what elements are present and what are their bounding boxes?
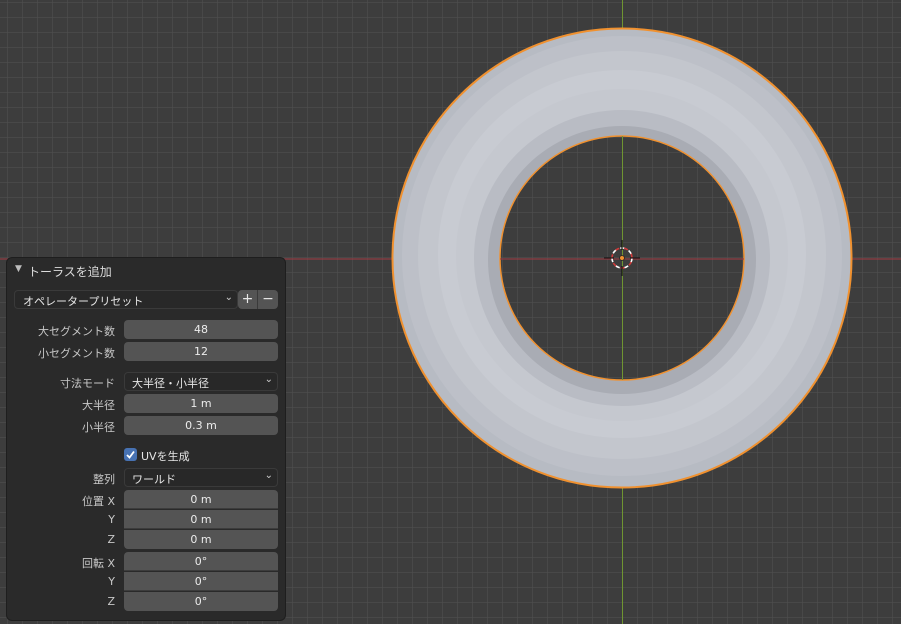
adjust-last-operation-panel: ▼ トーラスを追加 オペレータープリセット ⌄ + − 大セグメント数 48 小… (7, 258, 285, 620)
location-y-label: Y (108, 513, 115, 526)
location-x-label: 位置 X (81, 495, 115, 508)
panel-title: トーラスを追加 (28, 265, 112, 279)
chevron-down-icon: ⌄ (264, 374, 273, 385)
rotation-z-field[interactable]: 0° (124, 592, 278, 611)
chevron-down-icon: ⌄ (264, 470, 273, 481)
chevron-down-icon: ⌄ (224, 292, 233, 303)
rotation-x-field[interactable]: 0° (124, 552, 278, 571)
major-radius-field[interactable]: 1 m (124, 394, 278, 413)
triangle-down-icon[interactable]: ▼ (15, 264, 22, 274)
location-z-field[interactable]: 0 m (124, 530, 278, 549)
location-z-label: Z (107, 533, 115, 546)
location-x-field[interactable]: 0 m (124, 490, 278, 509)
operator-preset-label: オペレータープリセット (23, 295, 144, 308)
align-value: ワールド (132, 473, 176, 486)
align-label: 整列 (93, 473, 115, 486)
rotation-z-label: Z (107, 595, 115, 608)
dimensions-mode-dropdown[interactable]: 大半径・小半径 ⌄ (124, 372, 278, 391)
location-y-field[interactable]: 0 m (124, 510, 278, 529)
align-dropdown[interactable]: ワールド ⌄ (124, 468, 278, 487)
minor-radius-field[interactable]: 0.3 m (124, 416, 278, 435)
major-radius-label: 大半径 (82, 399, 115, 412)
dimensions-mode-value: 大半径・小半径 (132, 377, 209, 390)
add-preset-button[interactable]: + (238, 290, 258, 309)
rotation-x-label: 回転 X (81, 557, 115, 570)
remove-preset-button[interactable]: − (258, 290, 278, 309)
generate-uvs-label[interactable]: UVを生成 (141, 448, 190, 464)
preset-buttons: + − (238, 290, 278, 309)
rotation-y-label: Y (108, 575, 115, 588)
major-segments-label: 大セグメント数 (38, 325, 115, 338)
checkmark-icon (126, 450, 135, 459)
minor-segments-field[interactable]: 12 (124, 342, 278, 361)
generate-uvs-checkbox[interactable] (124, 448, 137, 461)
minor-segments-label: 小セグメント数 (38, 347, 115, 360)
operator-preset-dropdown[interactable]: オペレータープリセット ⌄ (14, 290, 238, 309)
minor-radius-label: 小半径 (82, 421, 115, 434)
dimensions-mode-label: 寸法モード (60, 377, 115, 390)
rotation-y-field[interactable]: 0° (124, 572, 278, 591)
major-segments-field[interactable]: 48 (124, 320, 278, 339)
panel-header[interactable]: ▼ トーラスを追加 (7, 258, 285, 282)
